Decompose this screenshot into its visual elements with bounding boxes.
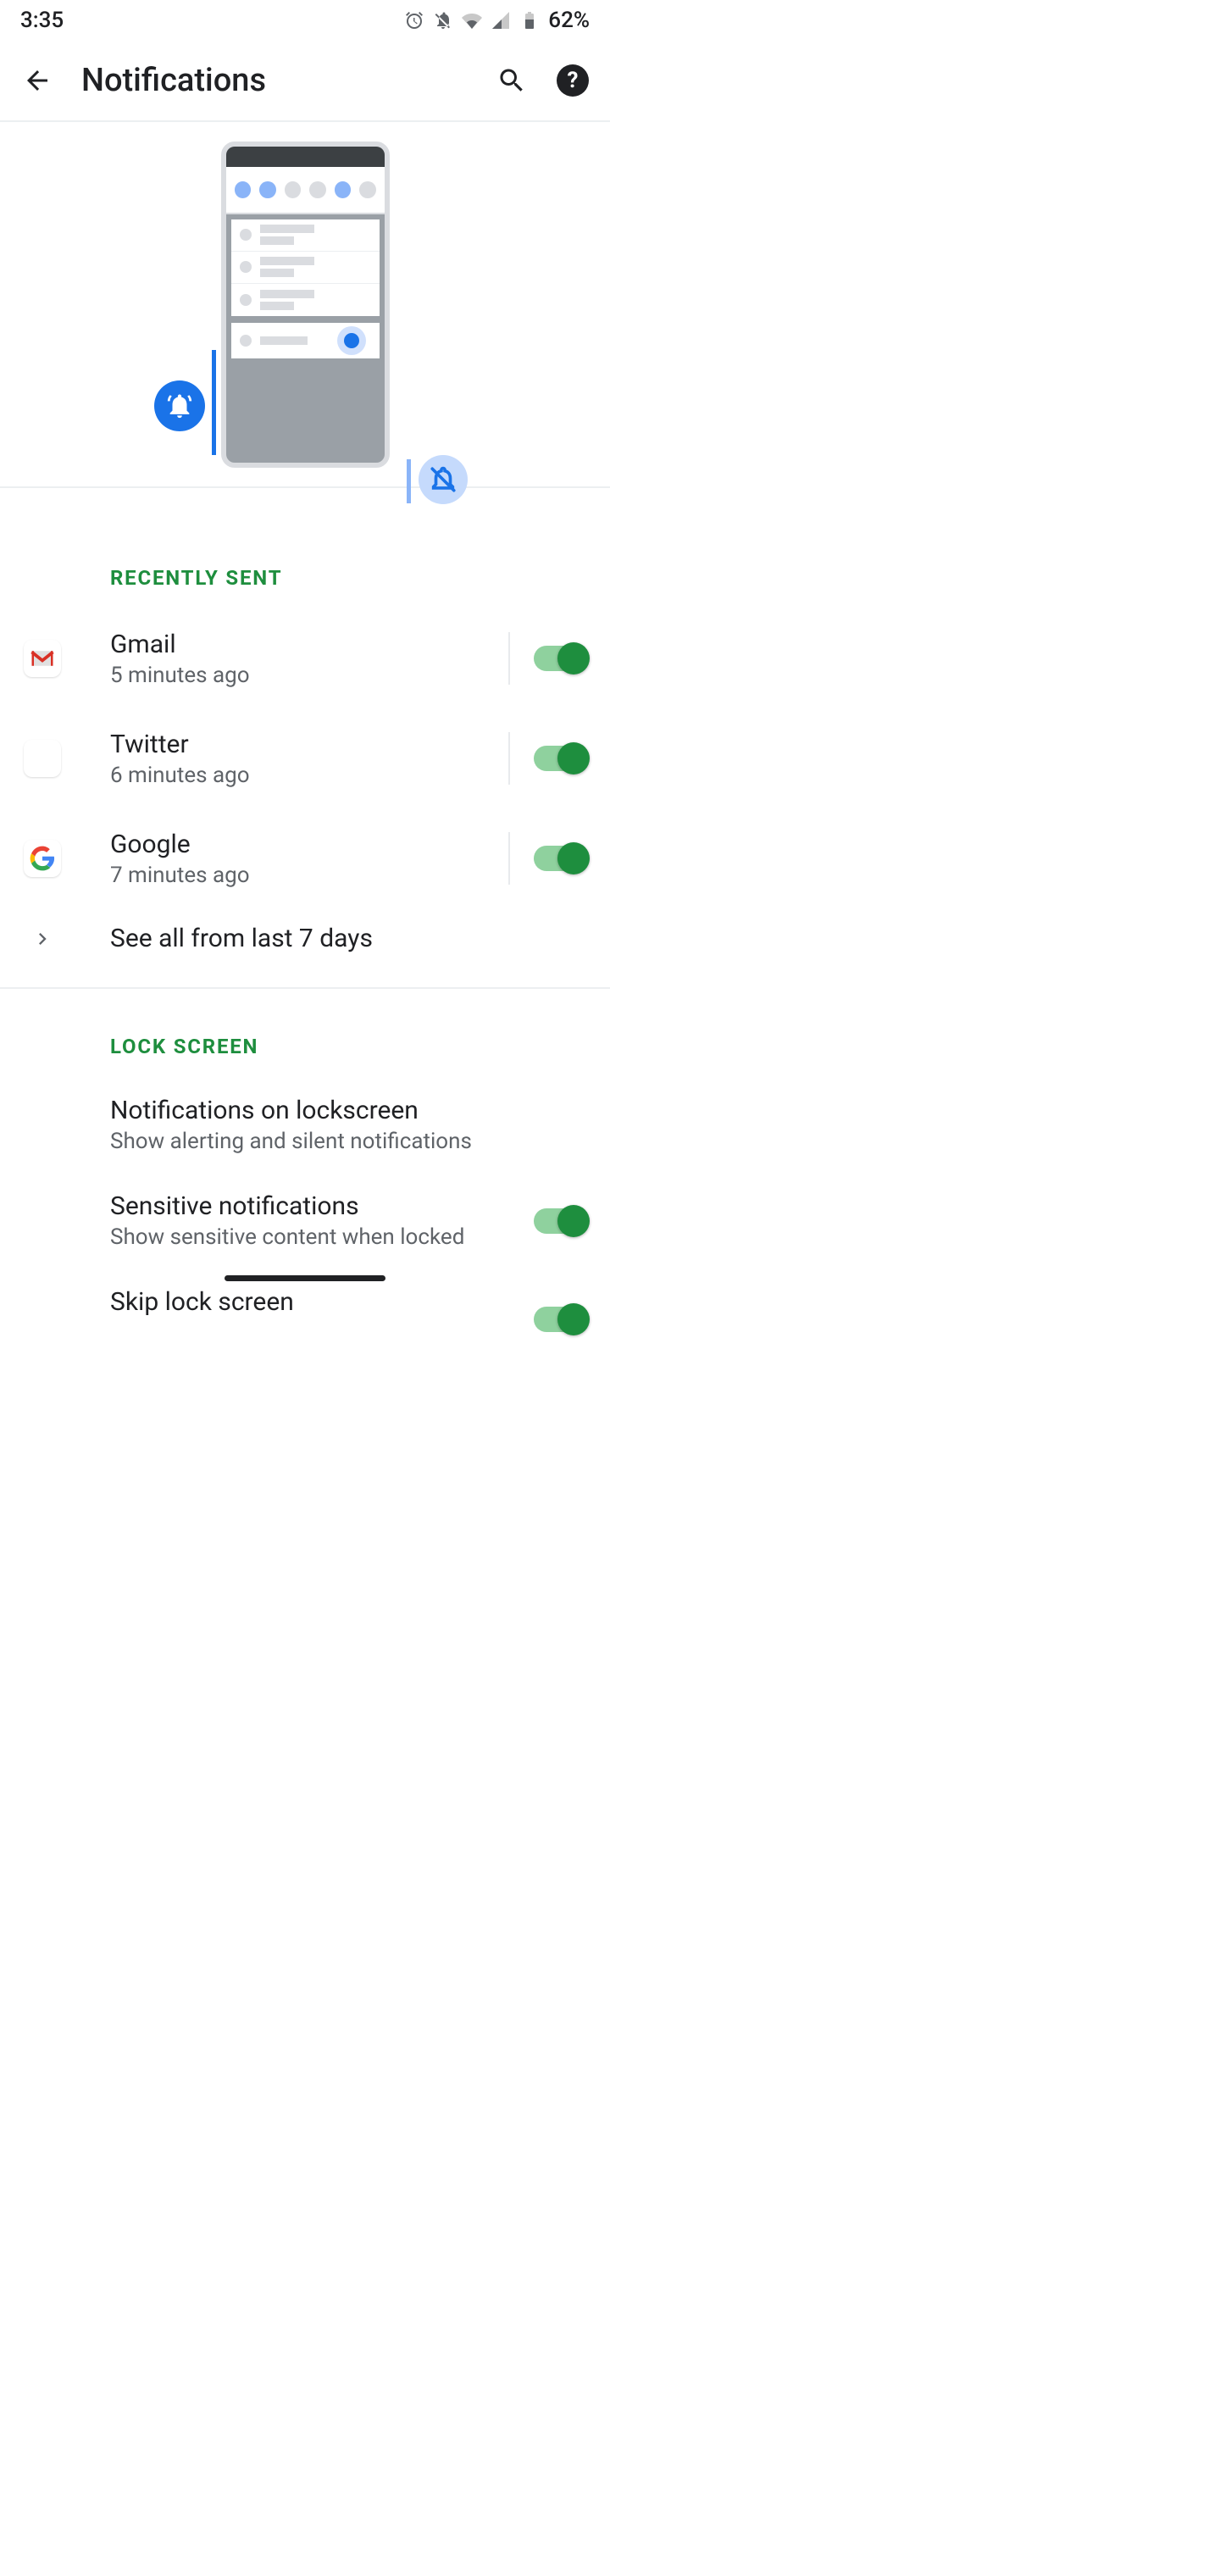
setting-title: Skip lock screen xyxy=(110,1287,534,1317)
see-all-label: See all from last 7 days xyxy=(110,924,373,953)
app-sub: 5 minutes ago xyxy=(110,663,485,688)
alarm-icon xyxy=(404,10,424,31)
wifi-icon xyxy=(462,10,482,31)
app-bar: Notifications ? xyxy=(0,41,610,122)
toggle-gmail[interactable] xyxy=(534,646,586,671)
status-icons: 62% xyxy=(404,8,590,33)
recent-app-google[interactable]: Google 7 minutes ago xyxy=(0,808,610,908)
help-icon: ? xyxy=(557,64,589,97)
twitter-icon xyxy=(24,740,61,777)
page-title: Notifications xyxy=(81,62,468,99)
google-icon xyxy=(24,840,61,877)
section-lock-screen: Lock screen xyxy=(0,989,610,1077)
recent-app-twitter[interactable]: Twitter 6 minutes ago xyxy=(0,708,610,808)
setting-title: Sensitive notifications xyxy=(110,1191,534,1221)
divider xyxy=(508,732,510,785)
silent-indicator xyxy=(407,459,411,503)
silent-badge-icon xyxy=(419,455,468,504)
app-name: Google xyxy=(110,830,485,859)
status-battery: 62% xyxy=(548,8,590,33)
setting-desc: Show sensitive content when locked xyxy=(110,1224,534,1250)
app-name: Gmail xyxy=(110,630,485,659)
toggle-google[interactable] xyxy=(534,846,586,871)
app-sub: 7 minutes ago xyxy=(110,863,485,888)
search-button[interactable] xyxy=(495,64,529,97)
setting-sensitive-notifications[interactable]: Sensitive notifications Show sensitive c… xyxy=(0,1173,610,1269)
divider xyxy=(508,832,510,885)
setting-desc: Show alerting and silent notifications xyxy=(110,1129,586,1154)
signal-icon xyxy=(491,10,511,31)
app-name: Twitter xyxy=(110,730,485,759)
phone-illustration xyxy=(221,142,390,468)
status-time: 3:35 xyxy=(20,8,64,33)
see-all-button[interactable]: See all from last 7 days xyxy=(0,908,610,987)
recent-app-gmail[interactable]: Gmail 5 minutes ago xyxy=(0,608,610,708)
setting-lockscreen-notifications[interactable]: Notifications on lockscreen Show alertin… xyxy=(0,1077,610,1173)
nav-handle[interactable] xyxy=(225,1275,385,1281)
toggle-twitter[interactable] xyxy=(534,746,586,771)
chevron-right-icon xyxy=(24,927,61,951)
section-recently-sent: Recently sent xyxy=(0,488,610,608)
gmail-icon xyxy=(24,640,61,677)
help-button[interactable]: ? xyxy=(556,64,590,97)
status-bar: 3:35 62% xyxy=(0,0,610,41)
back-button[interactable] xyxy=(20,64,54,97)
divider xyxy=(508,632,510,685)
alerting-badge-icon xyxy=(154,380,205,431)
dnd-icon xyxy=(433,10,453,31)
toggle-sensitive[interactable] xyxy=(534,1208,586,1234)
illustration xyxy=(0,122,610,488)
battery-icon xyxy=(519,10,540,31)
toggle-skip-lock[interactable] xyxy=(534,1307,586,1332)
alerting-indicator xyxy=(212,350,216,455)
setting-title: Notifications on lockscreen xyxy=(110,1096,586,1125)
app-sub: 6 minutes ago xyxy=(110,763,485,788)
